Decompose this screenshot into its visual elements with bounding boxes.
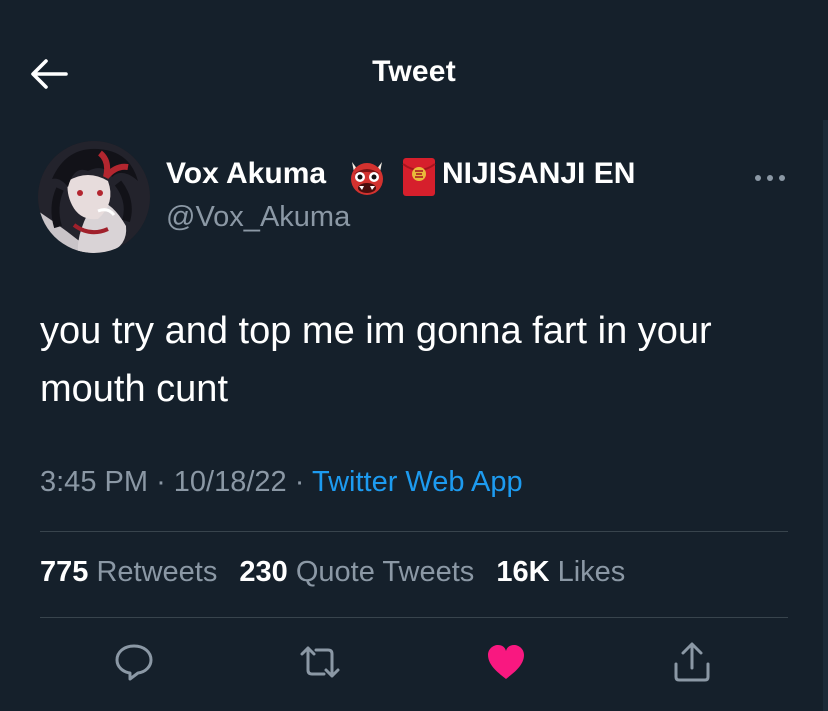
divider [40,531,788,532]
share-icon[interactable] [670,640,714,684]
retweet-icon[interactable] [298,640,342,684]
separator: · [156,466,166,498]
like-icon[interactable] [484,640,528,684]
action-bar [0,640,828,688]
quote-tweets-label: Quote Tweets [295,556,475,588]
page-title: Tweet [372,55,456,88]
tweet-time[interactable]: 3:45 PM [40,466,148,498]
retweets-count: 775 [40,556,89,588]
retweets-label: Retweets [96,556,218,588]
likes-stat[interactable]: 16K Likes [496,556,625,588]
ogre-emoji-icon [351,162,383,195]
tweet-metadata: 3:45 PM · 10/18/22 · Twitter Web App [40,466,523,499]
quote-tweets-stat[interactable]: 230 Quote Tweets [239,556,474,588]
reply-icon[interactable] [112,640,156,684]
author-handle[interactable]: @Vox_Akuma [166,201,350,234]
likes-label: Likes [557,556,626,588]
avatar-image [38,141,150,253]
separator: · [294,466,305,498]
retweets-stat[interactable]: 775 Retweets [40,556,217,588]
tweet-stats: 775 Retweets 230 Quote Tweets 16K Likes [40,556,639,589]
quote-tweets-count: 230 [239,556,288,588]
more-options-icon[interactable] [752,170,788,186]
tweet-source-link[interactable]: Twitter Web App [312,466,523,498]
top-bar: Tweet [0,0,828,140]
red-envelope-emoji-icon [402,158,436,196]
scrollbar-track[interactable] [823,120,828,711]
likes-count: 16K [496,556,550,588]
avatar[interactable] [38,141,150,253]
tweet-date[interactable]: 10/18/22 [174,466,287,498]
tweet-text: you try and top me im gonna fart in your… [40,310,712,410]
divider [40,617,788,618]
author-affiliation[interactable]: NIJISANJI EN [442,157,635,191]
author-name[interactable]: Vox Akuma [166,157,326,191]
